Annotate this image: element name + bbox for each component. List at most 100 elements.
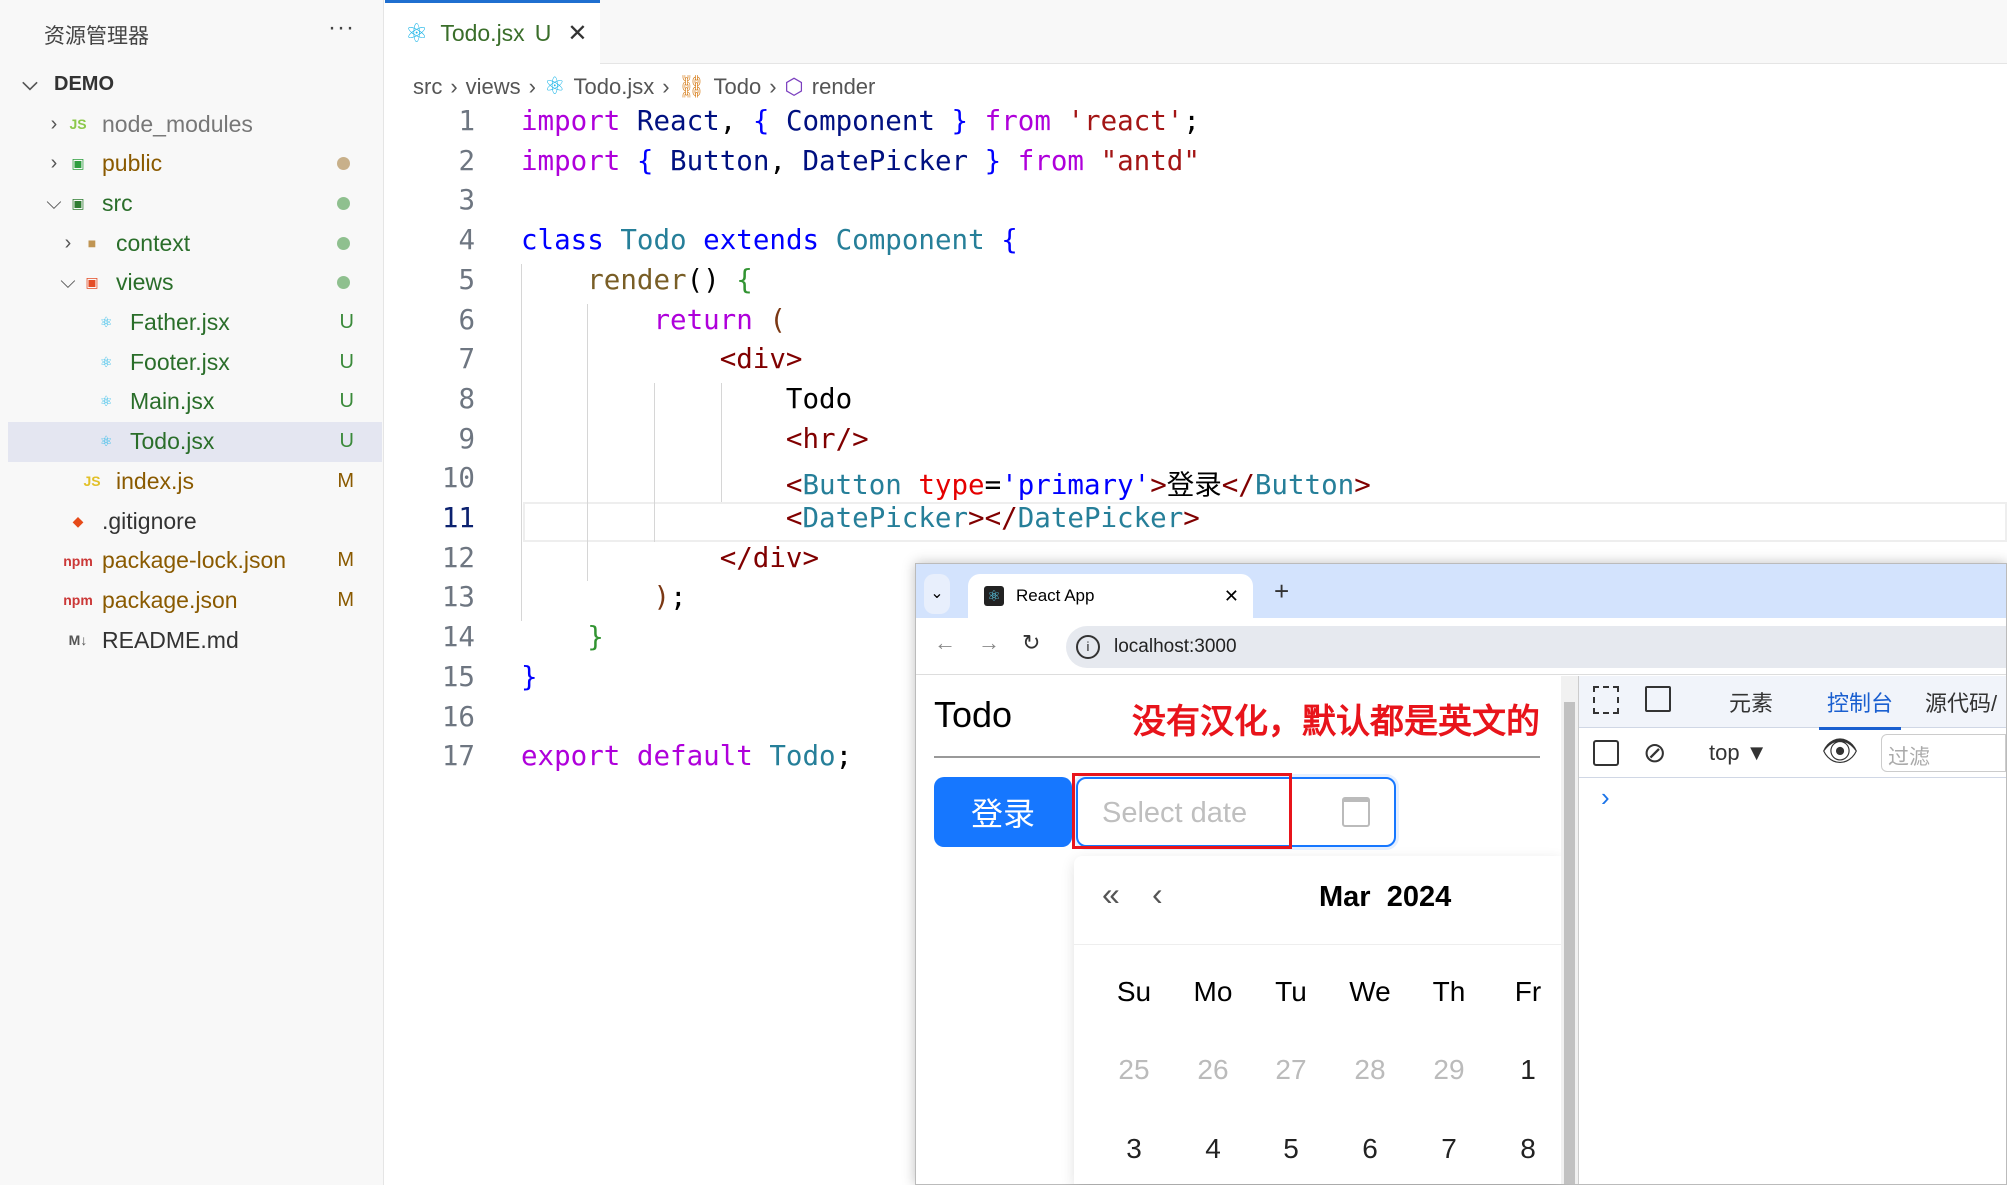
calendar-day[interactable]: 8 (1498, 1133, 1558, 1165)
tree-item[interactable]: › ▣ public (8, 144, 382, 184)
tree-root-demo[interactable]: ⌵ DEMO (8, 64, 382, 104)
tree-item-label: views (116, 269, 174, 296)
code-line: } (587, 621, 604, 654)
calendar-day[interactable]: 6 (1340, 1133, 1400, 1165)
more-actions-button[interactable]: ··· (328, 14, 355, 42)
file-type-icon: npm (63, 552, 93, 569)
back-icon[interactable]: ← (934, 630, 956, 656)
crumb-src[interactable]: src (413, 74, 442, 100)
react-icon: ⚛ (405, 18, 429, 48)
reload-icon[interactable]: ↻ (1022, 630, 1040, 656)
tab-sources[interactable]: 源代码/ (1925, 686, 1997, 718)
weekday-header: Su (1116, 976, 1152, 1007)
calendar-popup: « ‹ Mar 2024 Su Mo Tu We Th Fr 25 26 27 28 29 1 3 4 5 6… (1074, 856, 1561, 1184)
tree-item[interactable]: ◆ .gitignore (8, 501, 382, 541)
chevron-right-icon: › (50, 152, 58, 175)
calendar-icon (1342, 797, 1370, 827)
crumb-file[interactable]: Todo.jsx (574, 74, 655, 100)
code-line: import React, { Component } from 'react'… (521, 105, 1200, 137)
calendar-year[interactable]: 2024 (1387, 881, 1452, 913)
filter-input[interactable]: 过滤 (1881, 734, 2006, 772)
code-line: return ( (653, 303, 786, 336)
explorer-title: 资源管理器 (44, 25, 149, 48)
calendar-month[interactable]: Mar (1319, 881, 1371, 913)
indent-guide (521, 263, 522, 622)
tree-item[interactable]: npm package.json M (8, 580, 382, 620)
chevron-right-icon: › (64, 231, 72, 254)
calendar-day[interactable]: 5 (1261, 1133, 1321, 1165)
calendar-day[interactable]: 25 (1104, 1054, 1164, 1086)
tab-badge: U (534, 20, 552, 46)
tree-item-label: public (102, 150, 163, 177)
tab-search-button[interactable]: ⌄ (924, 574, 950, 614)
calendar-day[interactable]: 26 (1183, 1054, 1243, 1086)
devtools-tabs: 元素 控制台 源代码/ (1579, 676, 2006, 730)
device-toolbar-icon[interactable] (1645, 686, 1671, 712)
tree-item[interactable]: ⌵ ▣ src (8, 183, 382, 223)
tree-item[interactable]: M↓ README.md (8, 620, 382, 660)
calendar-day[interactable]: 28 (1340, 1054, 1400, 1086)
file-type-icon: ▣ (85, 274, 99, 291)
calendar-day[interactable]: 1 (1498, 1054, 1558, 1086)
tree-item[interactable]: ⚛ Father.jsx U (8, 303, 382, 343)
page-scrollbar[interactable] (1561, 676, 1578, 1184)
line-number: 8 (458, 382, 475, 415)
line-number: 10 (441, 462, 475, 495)
line-number: 9 (458, 422, 475, 455)
tree-item-label: context (116, 229, 191, 256)
git-status-badge: U (339, 430, 354, 453)
browser-tab-strip: ⌄ ⚛ React App ✕ + (916, 564, 2006, 618)
prev-year-button[interactable]: « (1102, 876, 1120, 913)
tree-item-label: src (102, 189, 133, 216)
indent-guide (721, 382, 722, 502)
tab-todo-jsx[interactable]: ⚛ Todo.jsx U ✕ (385, 0, 600, 64)
site-info-icon[interactable]: i (1076, 635, 1100, 659)
tree-item[interactable]: JS index.js M (8, 461, 382, 501)
line-number: 2 (458, 144, 475, 177)
tree-item[interactable]: ⚛ Footer.jsx U (8, 342, 382, 382)
line-number: 16 (441, 700, 475, 733)
tree-item[interactable]: ⌵ ▣ views (8, 263, 382, 303)
crumb-views[interactable]: views (466, 74, 521, 100)
tree-item[interactable]: npm package-lock.json M (8, 541, 382, 581)
chevron-down-icon: ⌵ (60, 271, 76, 294)
code-line: export default Todo; (521, 740, 853, 773)
calendar-day[interactable]: 29 (1419, 1054, 1479, 1086)
horizontal-rule (934, 756, 1540, 758)
close-tab-icon[interactable]: ✕ (1224, 586, 1239, 607)
crumb-class[interactable]: Todo (714, 74, 762, 100)
tab-elements[interactable]: 元素 (1729, 686, 1773, 718)
line-number: 14 (441, 621, 475, 654)
tree-item[interactable]: ⚛ Todo.jsx U (8, 421, 382, 462)
code-line: } (521, 660, 538, 693)
new-tab-button[interactable]: + (1274, 576, 1289, 607)
login-button[interactable]: 登录 (934, 777, 1072, 847)
calendar-day[interactable]: 3 (1104, 1133, 1164, 1165)
code-line: <Button type='primary'>登录</Button> (785, 469, 1371, 502)
inspect-element-icon[interactable] (1593, 686, 1619, 714)
crumb-method[interactable]: render (812, 74, 876, 100)
prev-month-button[interactable]: ‹ (1152, 876, 1163, 913)
live-expression-eye-icon[interactable]: 👁 (1821, 734, 1859, 769)
line-number: 12 (441, 541, 475, 574)
close-icon[interactable]: ✕ (567, 19, 587, 48)
tree-item[interactable]: › JS node_modules (8, 104, 382, 144)
code-line: <div> (719, 343, 803, 376)
context-select[interactable]: top ▼ (1709, 740, 1767, 766)
git-status-badge: U (339, 390, 354, 413)
context-value: top (1709, 740, 1740, 765)
tree-item[interactable]: › ■ context (8, 223, 382, 263)
clear-console-icon[interactable]: ⊘ (1643, 736, 1666, 769)
url-text: localhost:3000 (1114, 636, 1237, 657)
console-prompt[interactable]: › (1601, 782, 1610, 813)
calendar-day[interactable]: 27 (1261, 1054, 1321, 1086)
calendar-day[interactable]: 4 (1183, 1133, 1243, 1165)
forward-icon[interactable]: → (978, 630, 1000, 656)
tab-console[interactable]: 控制台 (1819, 686, 1902, 730)
browser-tab[interactable]: ⚛ React App ✕ (968, 574, 1253, 618)
tree-item-label: README.md (102, 626, 239, 653)
url-field[interactable]: i localhost:3000 (1066, 626, 2006, 668)
sidebar-toggle-icon[interactable] (1593, 740, 1619, 766)
calendar-day[interactable]: 7 (1419, 1133, 1479, 1165)
tree-item[interactable]: ⚛ Main.jsx U (8, 382, 382, 422)
